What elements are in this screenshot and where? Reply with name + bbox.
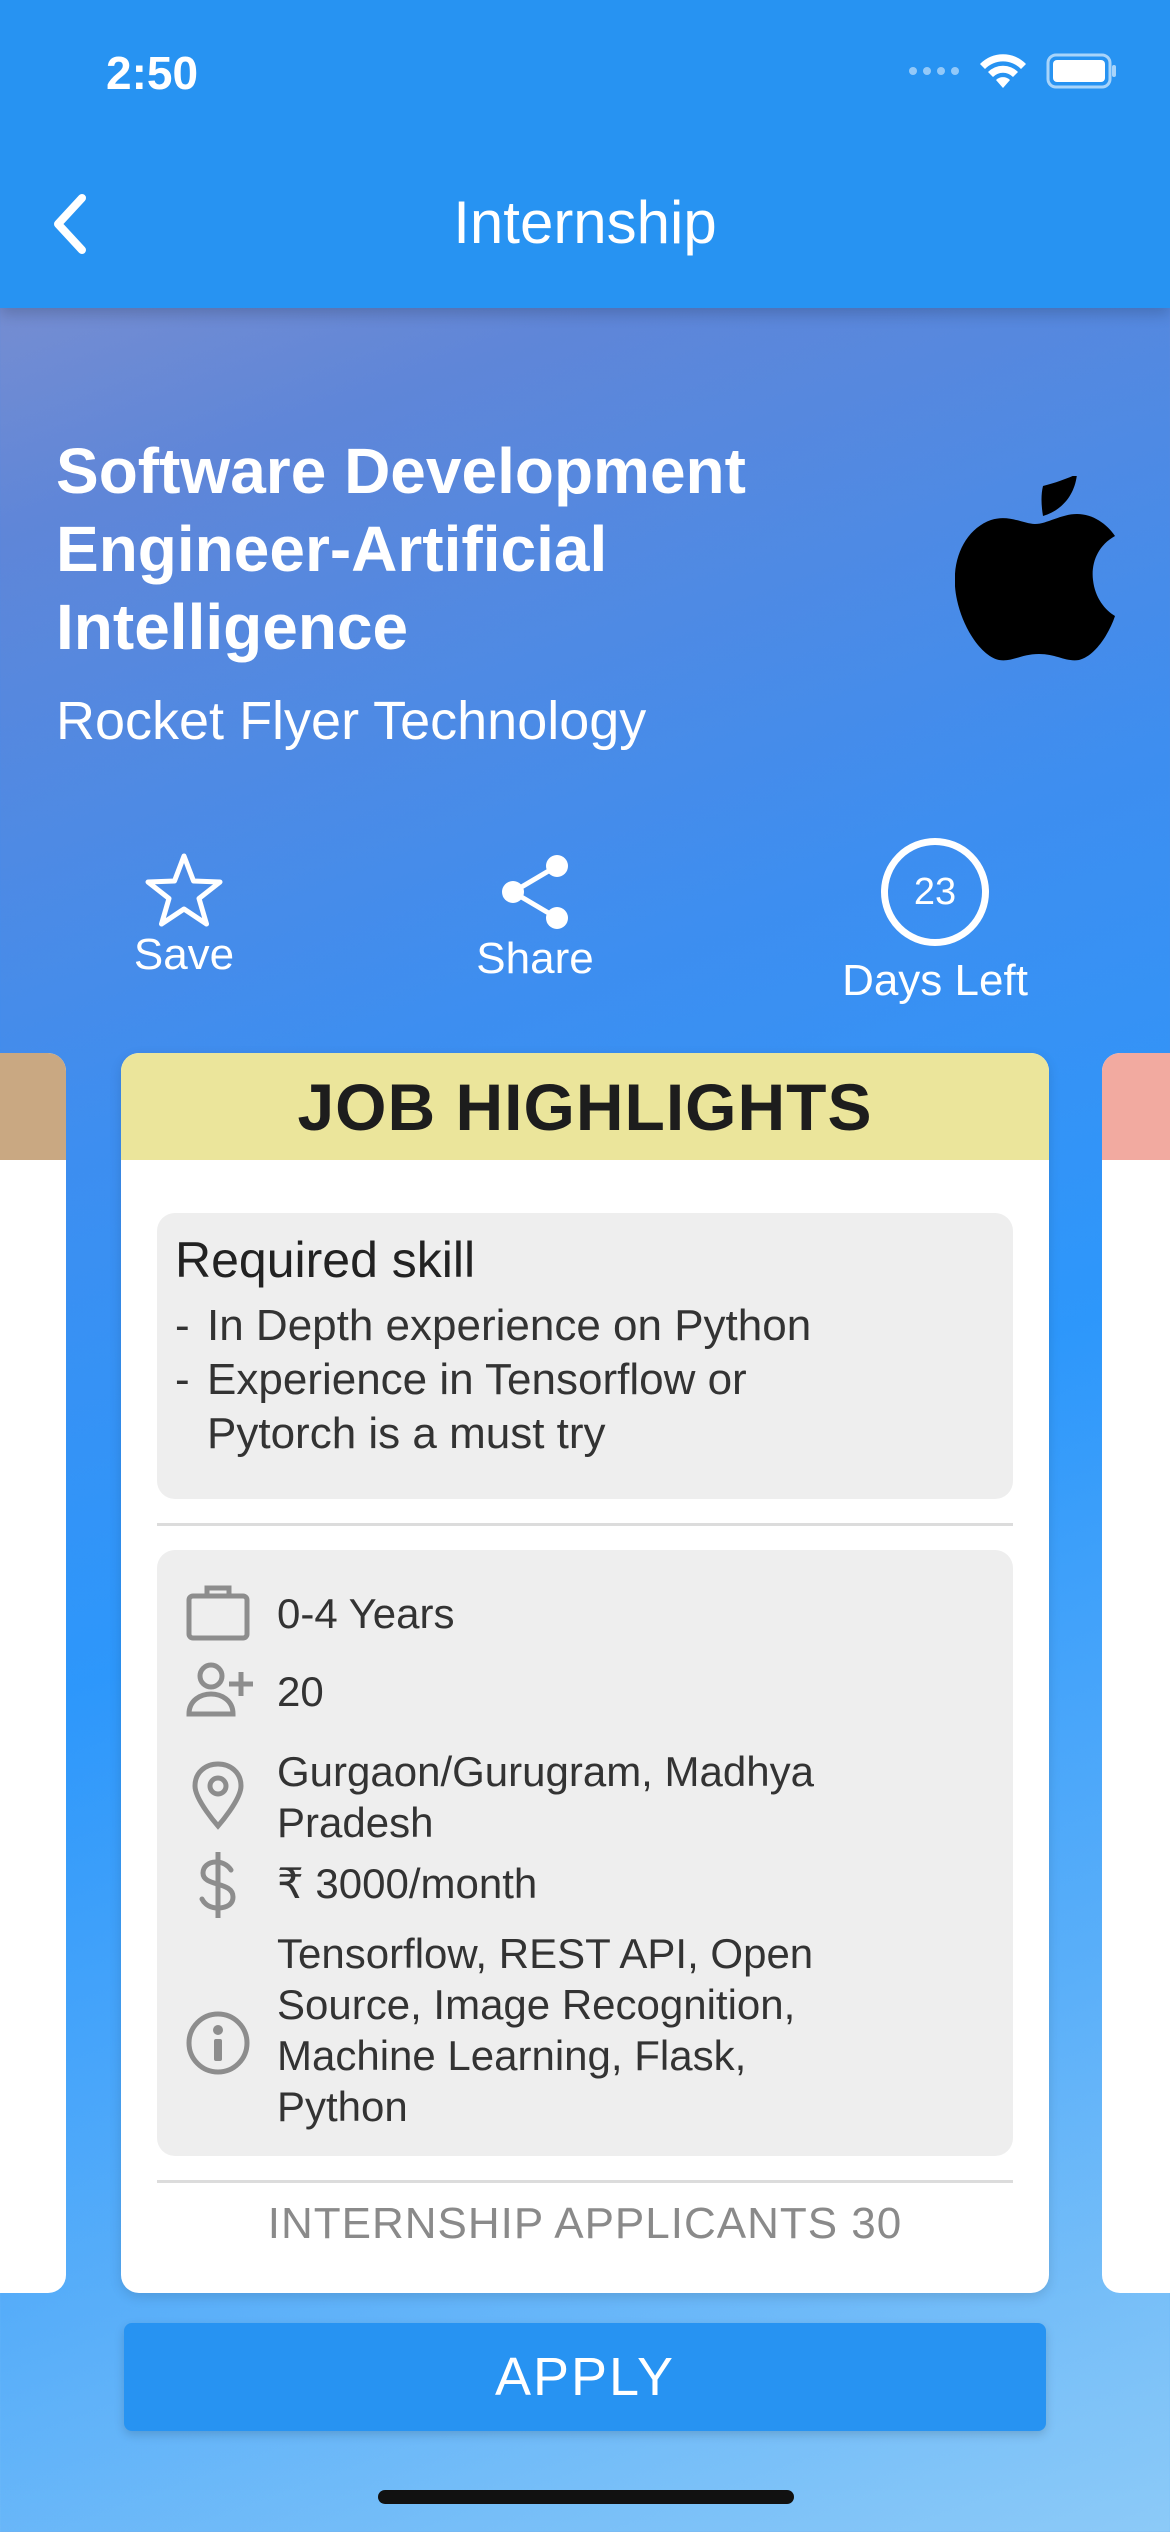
job-details-box: 0-4 Years 20 Gurgaon/Gurugram, Madhya Pr… [157,1550,1013,2156]
share-icon [502,855,568,929]
save-button[interactable]: Save [104,852,264,980]
skill-title: Required skill [175,1232,476,1288]
days-left-label: Days Left [842,956,1028,1005]
location-pin-icon [192,1761,244,1830]
required-skill-box: Required skill - In Depth experience on P… [157,1213,1013,1499]
highlights-header: JOB HIGHLIGHTS [121,1053,1049,1160]
company-logo-apple [955,476,1115,661]
wifi-icon [980,54,1026,88]
app-bar: 2:50 Internship [0,0,1170,308]
briefcase-icon [186,1585,250,1641]
save-label: Save [133,930,235,979]
person-add-icon [186,1662,253,1717]
share-label: Share [476,934,594,983]
divider [157,2180,1013,2183]
apply-button[interactable]: APPLY [124,2323,1046,2431]
previous-card[interactable] [0,1053,66,2293]
days-left-count: 23 [881,838,989,946]
next-card[interactable] [1102,1053,1170,2293]
status-time: 2:50 [106,47,199,99]
days-left-indicator: 23 Days Left [820,838,1050,1006]
company-name: Rocket Flyer Technology [56,691,647,751]
page-title: Internship [453,189,717,256]
job-highlights-card: JOB HIGHLIGHTS Required skill - In Depth … [121,1053,1049,2293]
signal-icon [909,67,959,75]
dollar-icon [199,1852,236,1918]
divider [157,1523,1013,1526]
applicants-count: INTERNSHIP APPLICANTS 30 [267,2199,903,2248]
info-icon [186,2011,250,2075]
home-indicator [378,2490,794,2504]
skill-item: - Experience in Tensorflow or Pytorch is … [175,1355,747,1458]
battery-icon [1046,53,1116,89]
job-title: Software Development Engineer-Artificial… [56,435,746,663]
star-icon [145,853,223,927]
skill-item: - In Depth experience on Python [175,1301,812,1350]
share-button[interactable]: Share [455,852,615,984]
status-icons [908,52,1118,90]
